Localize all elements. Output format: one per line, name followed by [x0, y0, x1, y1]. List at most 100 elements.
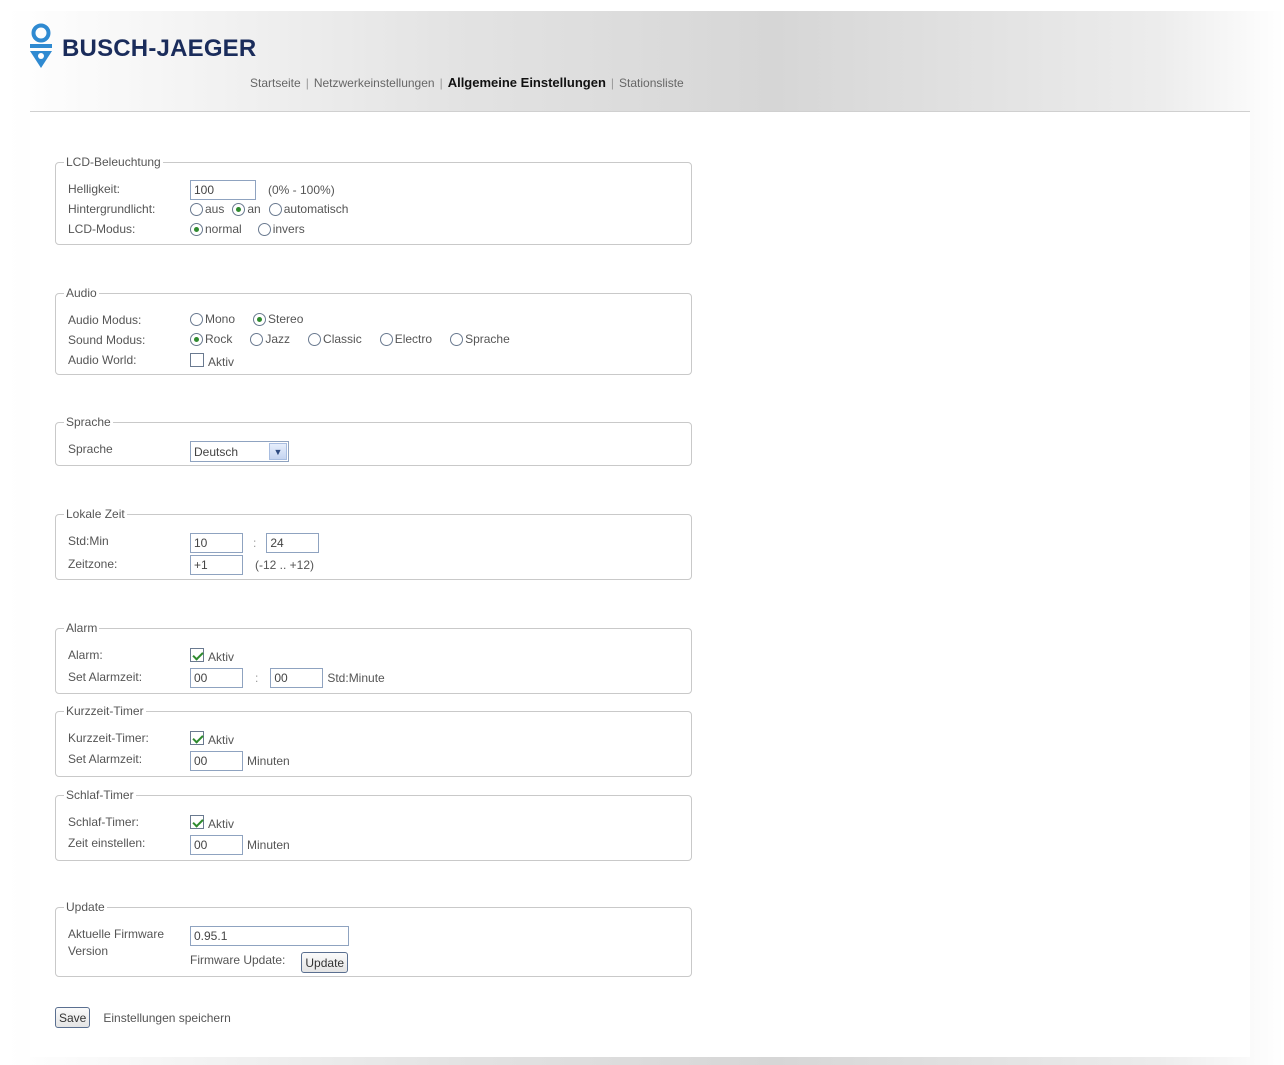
brand-name: BUSCH-JAEGER: [62, 35, 257, 62]
sound-option-classic[interactable]: Classic: [308, 332, 362, 346]
main-navigation: Startseite | Netzwerkeinstellungen | Allgeme…: [250, 75, 684, 90]
kurzzeit-minutes-control: Minuten: [190, 751, 290, 771]
sprache-section: Sprache Sprache Deutsch ▼: [55, 416, 692, 466]
lcd-modus-label: LCD-Modus:: [68, 222, 136, 236]
section-legend: Lokale Zeit: [66, 507, 125, 521]
hintergrund-option-aus[interactable]: aus: [190, 202, 224, 216]
firmware-version-label-line2: Version: [68, 944, 109, 958]
sound-option-rock[interactable]: Rock: [190, 332, 232, 346]
lcd-modus-option-normal[interactable]: normal: [190, 222, 242, 236]
minute-input[interactable]: [266, 533, 320, 553]
zeitzone-control: (-12 .. +12): [190, 555, 314, 575]
alarm-active-control: Aktiv: [190, 646, 242, 664]
alarm-checkbox[interactable]: [190, 648, 204, 662]
firmware-update-label: Firmware Update:: [190, 953, 286, 967]
schlaf-minutes-input[interactable]: [190, 835, 243, 855]
kurzzeit-minutes-input[interactable]: [190, 751, 243, 771]
nav-item-stationsliste[interactable]: Stationsliste: [619, 76, 684, 90]
alarmzeit-control: : Std:Minute: [190, 668, 385, 688]
radio-button[interactable]: [379, 332, 393, 346]
schlaf-timer-label: Schlaf-Timer:: [68, 815, 139, 829]
save-description: Einstellungen speichern: [103, 1010, 231, 1025]
alarm-minute-input[interactable]: [270, 668, 324, 688]
sound-option-sprache[interactable]: Sprache: [450, 332, 510, 346]
audio-modus-radio-group: Mono Stereo: [190, 312, 311, 326]
alarm-label: Alarm:: [68, 648, 103, 662]
hintergrund-option-an[interactable]: an: [232, 202, 261, 216]
radio-button[interactable]: [190, 202, 203, 216]
lcd-modus-option-invers[interactable]: invers: [257, 222, 305, 236]
radio-button[interactable]: [308, 332, 322, 346]
sound-modus-label: Sound Modus:: [68, 333, 146, 347]
radio-button[interactable]: [268, 202, 282, 216]
helligkeit-input[interactable]: [190, 180, 256, 200]
section-legend: Schlaf-Timer: [66, 788, 134, 802]
std-min-control: :: [190, 533, 320, 553]
kurzzeit-checkbox-option[interactable]: Aktiv: [190, 729, 234, 747]
section-legend: Kurzzeit-Timer: [66, 704, 144, 718]
hour-input[interactable]: [190, 533, 243, 553]
audio-world-checkbox[interactable]: [190, 353, 204, 367]
kurzzeit-timer-label: Kurzzeit-Timer:: [68, 731, 149, 745]
sound-option-electro[interactable]: Electro: [379, 332, 432, 346]
radio-button-selected[interactable]: [253, 312, 267, 326]
audio-world-checkbox-option[interactable]: Aktiv: [190, 351, 234, 369]
alarm-checkbox-option[interactable]: Aktiv: [190, 646, 234, 664]
firmware-version-field: [190, 926, 349, 946]
chevron-down-icon[interactable]: ▼: [269, 443, 287, 460]
section-legend: Sprache: [66, 415, 111, 429]
schlaf-minutes-control: Minuten: [190, 835, 290, 855]
save-button[interactable]: Save: [55, 1007, 91, 1028]
zeit-einstellen-label: Zeit einstellen:: [68, 836, 146, 850]
schlaf-unit: Minuten: [247, 838, 290, 852]
time-colon: :: [255, 671, 259, 685]
lokale-zeit-section: Lokale Zeit Std:Min : Zeitzone: (-12 .. …: [55, 508, 692, 580]
audio-modus-option-mono[interactable]: Mono: [190, 312, 235, 326]
schlaf-active-control: Aktiv: [190, 813, 242, 831]
schlaf-timer-section: Schlaf-Timer Schlaf-Timer: Aktiv Zeit ei…: [55, 789, 692, 861]
header: BUSCH-JAEGER Startseite | Netzwerkeinstell…: [8, 11, 1284, 111]
set-alarmzeit-label: Set Alarmzeit:: [68, 670, 143, 684]
update-button[interactable]: Update: [301, 952, 349, 973]
radio-button[interactable]: [250, 332, 264, 346]
save-row: Save Einstellungen speichern: [55, 1007, 231, 1028]
kurzzeit-checkbox[interactable]: [190, 731, 204, 745]
kurzzeit-set-label: Set Alarmzeit:: [68, 752, 143, 766]
hintergrund-option-automatisch[interactable]: automatisch: [268, 202, 348, 216]
radio-button-selected[interactable]: [190, 222, 203, 236]
page-background: BUSCH-JAEGER Startseite | Netzwerkeinstell…: [8, 11, 1284, 1065]
helligkeit-control: (0% - 100%): [190, 180, 335, 200]
sound-option-jazz[interactable]: Jazz: [250, 332, 290, 346]
radio-button[interactable]: [190, 312, 203, 326]
nav-item-netzwerkeinstellungen[interactable]: Netzwerkeinstellungen: [314, 76, 435, 90]
schlaf-checkbox-option[interactable]: Aktiv: [190, 813, 234, 831]
radio-button[interactable]: [257, 222, 271, 236]
nav-item-startseite[interactable]: Startseite: [250, 76, 301, 90]
zeitzone-hint: (-12 .. +12): [255, 558, 315, 572]
time-colon: :: [253, 536, 257, 550]
update-section: Update Aktuelle Firmware Version Firmwar…: [55, 901, 692, 977]
zeitzone-label: Zeitzone:: [68, 557, 118, 571]
schlaf-checkbox[interactable]: [190, 815, 204, 829]
audio-modus-option-stereo[interactable]: Stereo: [253, 312, 303, 326]
audio-world-control: Aktiv: [190, 351, 242, 369]
alarm-hour-input[interactable]: [190, 668, 243, 688]
nav-item-allgemeine-einstellungen[interactable]: Allgemeine Einstellungen: [448, 75, 606, 90]
std-min-label: Std:Min: [68, 534, 109, 548]
sprache-select[interactable]: Deutsch ▼: [190, 441, 289, 462]
sprache-selected-value: Deutsch: [194, 444, 239, 459]
section-legend: Audio: [66, 286, 97, 300]
radio-button-selected[interactable]: [190, 332, 203, 346]
helligkeit-hint: (0% - 100%): [268, 183, 335, 197]
nav-separator: |: [439, 76, 443, 90]
sound-modus-radio-group: Rock Jazz Classic Electro Sprache: [190, 332, 518, 346]
zeitzone-input[interactable]: [190, 555, 243, 575]
firmware-update-control: Firmware Update: Update: [190, 947, 349, 973]
radio-button-selected[interactable]: [232, 202, 246, 216]
settings-form: LCD-Beleuchtung Helligkeit: (0% - 100%) …: [30, 111, 1250, 1057]
alarm-unit: Std:Minute: [327, 671, 385, 685]
kurzzeit-unit: Minuten: [247, 754, 290, 768]
nav-separator: |: [610, 76, 615, 90]
kurzzeit-timer-section: Kurzzeit-Timer Kurzzeit-Timer: Aktiv Set…: [55, 705, 692, 777]
radio-button[interactable]: [450, 332, 464, 346]
